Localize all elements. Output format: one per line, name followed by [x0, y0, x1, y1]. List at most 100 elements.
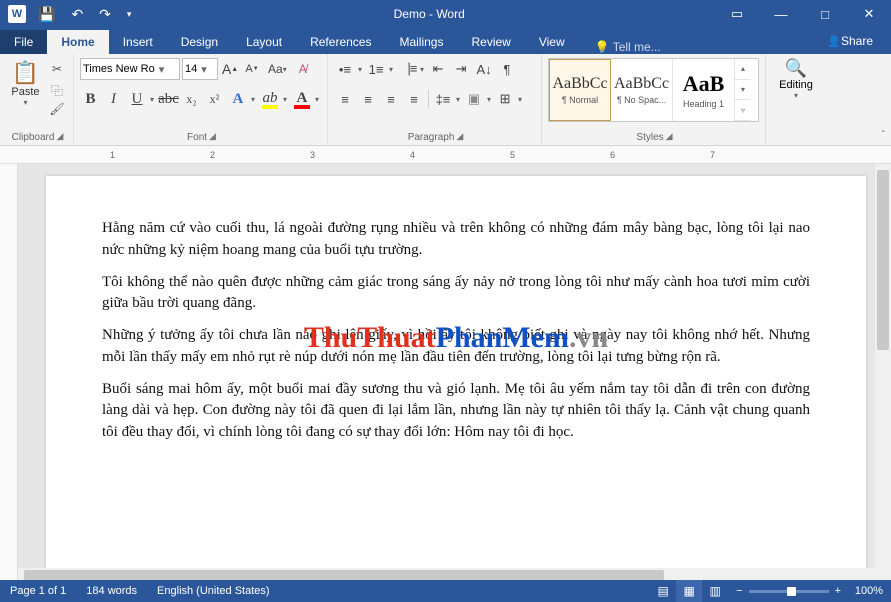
gallery-up-icon[interactable]: ▴	[735, 59, 751, 80]
font-name-combo[interactable]: Times New Ro▾	[80, 58, 180, 80]
save-icon[interactable]: 💾	[34, 4, 59, 25]
tab-design[interactable]: Design	[167, 30, 232, 54]
shading-button[interactable]: ▣	[463, 88, 485, 110]
italic-button[interactable]: I	[103, 88, 124, 110]
increase-indent-button[interactable]: ⇥	[450, 58, 472, 80]
shrink-font-icon[interactable]: A▼	[242, 58, 262, 80]
font-color-button[interactable]: A	[291, 88, 313, 110]
group-label-font: Font	[187, 132, 207, 143]
chevron-down-icon[interactable]: ▾	[313, 95, 321, 104]
view-web-layout-icon[interactable]: ▥	[702, 580, 728, 602]
dialog-launcher-icon[interactable]: ◢	[456, 131, 463, 141]
horizontal-ruler[interactable]: 1 2 3 4 5 6 7	[0, 146, 891, 164]
align-left-button[interactable]: ≡	[334, 88, 356, 110]
document-page[interactable]: Hằng năm cứ vào cuối thu, lá ngoài đường…	[46, 176, 866, 584]
zoom-out-button[interactable]: −	[736, 585, 742, 597]
view-read-mode-icon[interactable]: ▤	[650, 580, 676, 602]
tab-layout[interactable]: Layout	[232, 30, 296, 54]
bold-button[interactable]: B	[80, 88, 101, 110]
tab-references[interactable]: References	[296, 30, 385, 54]
strikethrough-button[interactable]: abc	[158, 88, 179, 110]
style-heading-1[interactable]: AaB Heading 1	[673, 59, 735, 121]
dialog-launcher-icon[interactable]: ◢	[56, 131, 63, 141]
qat-customize-icon[interactable]: ▾	[123, 7, 136, 22]
style-normal[interactable]: AaBbCc ¶ Normal	[549, 59, 611, 121]
gallery-down-icon[interactable]: ▾	[735, 80, 751, 101]
tab-home[interactable]: Home	[47, 30, 108, 54]
font-size-combo[interactable]: 14▾	[182, 58, 218, 80]
styles-gallery: AaBbCc ¶ Normal AaBbCc ¶ No Spac... AaB …	[548, 58, 759, 122]
share-button[interactable]: Share	[817, 28, 883, 54]
zoom-slider-track[interactable]	[749, 590, 829, 593]
gallery-more-icon[interactable]: ▿	[735, 100, 751, 121]
decrease-indent-button[interactable]: ⇤	[427, 58, 449, 80]
chevron-down-icon[interactable]: ▾	[249, 95, 257, 104]
multilevel-list-button[interactable]: ⎹≡	[396, 58, 418, 80]
change-case-button[interactable]: Aa▾	[264, 58, 291, 80]
group-paragraph: •≡▾ 1≡▾ ⎹≡▾ ⇤ ⇥ A↓ ¶ ≡ ≡ ≡ ≡ ‡≡▾ ▣▾ ⊞▾ P…	[328, 54, 542, 145]
clipboard-icon: 📋	[12, 60, 39, 86]
sort-button[interactable]: A↓	[473, 58, 495, 80]
scrollbar-thumb[interactable]	[877, 170, 889, 350]
tab-insert[interactable]: Insert	[109, 30, 167, 54]
tab-mailings[interactable]: Mailings	[385, 30, 457, 54]
view-print-layout-icon[interactable]: ▦	[676, 580, 702, 602]
cut-icon[interactable]: ✂	[47, 62, 67, 78]
group-clipboard: 📋 Paste ▾ ✂ ⿻ 🖌 Clipboard◢	[0, 54, 74, 145]
highlight-button[interactable]: ab	[259, 88, 281, 110]
group-label-paragraph: Paragraph	[408, 132, 455, 143]
justify-button[interactable]: ≡	[403, 88, 425, 110]
paragraph[interactable]: Những ý tưởng ấy tôi chưa lần nào ghi lê…	[102, 325, 810, 369]
style-no-spacing[interactable]: AaBbCc ¶ No Spac...	[611, 59, 673, 121]
status-language[interactable]: English (United States)	[147, 585, 280, 597]
copy-icon[interactable]: ⿻	[47, 82, 67, 98]
line-spacing-button[interactable]: ‡≡	[432, 88, 454, 110]
redo-icon[interactable]: ↷	[95, 4, 115, 25]
editing-button[interactable]: 🔍 Editing ▾	[772, 58, 820, 100]
borders-button[interactable]: ⊞	[494, 88, 516, 110]
minimize-button[interactable]: —	[759, 0, 803, 28]
format-painter-icon[interactable]: 🖌	[47, 102, 67, 118]
underline-button[interactable]: U	[126, 88, 148, 110]
tell-me-search[interactable]: Tell me...	[585, 40, 671, 54]
align-right-button[interactable]: ≡	[380, 88, 402, 110]
vertical-ruler[interactable]	[0, 164, 18, 584]
share-icon	[827, 34, 841, 48]
undo-icon[interactable]: ↶	[67, 4, 87, 25]
tab-file[interactable]: File	[0, 30, 47, 54]
dialog-launcher-icon[interactable]: ◢	[209, 131, 216, 141]
status-page[interactable]: Page 1 of 1	[0, 585, 76, 597]
chevron-down-icon[interactable]: ▾	[281, 95, 289, 104]
show-marks-button[interactable]: ¶	[496, 58, 518, 80]
align-center-button[interactable]: ≡	[357, 88, 379, 110]
zoom-slider-thumb[interactable]	[787, 587, 796, 596]
dialog-launcher-icon[interactable]: ◢	[666, 131, 673, 141]
group-label-styles: Styles	[636, 132, 663, 143]
bullets-button[interactable]: •≡	[334, 58, 356, 80]
ribbon-display-options-icon[interactable]: ▭	[715, 0, 759, 28]
subscript-button[interactable]: x₂	[181, 88, 202, 110]
close-button[interactable]: ✕	[847, 0, 891, 28]
grow-font-icon[interactable]: A▲	[220, 58, 240, 80]
numbering-button[interactable]: 1≡	[365, 58, 387, 80]
underline-menu-icon[interactable]: ▾	[148, 95, 156, 104]
zoom-percentage[interactable]: 100%	[849, 585, 891, 597]
paragraph[interactable]: Hằng năm cứ vào cuối thu, lá ngoài đường…	[102, 218, 810, 262]
zoom-in-button[interactable]: +	[835, 585, 841, 597]
status-word-count[interactable]: 184 words	[76, 585, 147, 597]
text-effects-button[interactable]: A	[227, 88, 249, 110]
vertical-scrollbar[interactable]	[875, 164, 891, 584]
tab-review[interactable]: Review	[457, 30, 524, 54]
paste-button[interactable]: 📋 Paste ▾	[6, 58, 45, 118]
maximize-button[interactable]: □	[803, 0, 847, 28]
paragraph[interactable]: Buổi sáng mai hôm ấy, một buổi mai đầy s…	[102, 379, 810, 444]
ribbon-tab-bar: File Home Insert Design Layout Reference…	[0, 28, 891, 54]
document-area: Hằng năm cứ vào cuối thu, lá ngoài đường…	[0, 164, 891, 584]
collapse-ribbon-icon[interactable]: ˆ	[882, 130, 885, 141]
paragraph[interactable]: Tôi không thể nào quên được những cảm gi…	[102, 272, 810, 316]
tab-view[interactable]: View	[525, 30, 579, 54]
word-app-icon: W	[8, 5, 26, 23]
group-styles: AaBbCc ¶ Normal AaBbCc ¶ No Spac... AaB …	[542, 54, 766, 145]
superscript-button[interactable]: x²	[204, 88, 225, 110]
clear-formatting-icon[interactable]: A̸	[293, 58, 313, 80]
